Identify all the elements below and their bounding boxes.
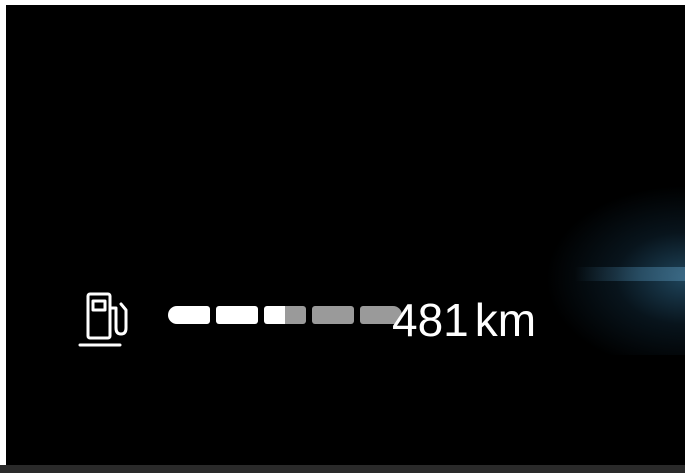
fuel-gauge-segment-2 [216, 306, 258, 324]
bottom-bezel [0, 465, 685, 473]
fuel-gauge-segment-1 [168, 306, 210, 324]
range-unit: km [474, 294, 537, 346]
cluster-display: 481 km [6, 5, 685, 465]
fuel-pump-icon [78, 288, 140, 350]
range-value: 481 [392, 294, 469, 346]
fuel-gauge-segment-4 [312, 306, 354, 324]
ambient-glow-band [575, 267, 685, 281]
range-readout: 481 km [392, 292, 536, 348]
fuel-gauge-segment-3 [264, 306, 306, 324]
